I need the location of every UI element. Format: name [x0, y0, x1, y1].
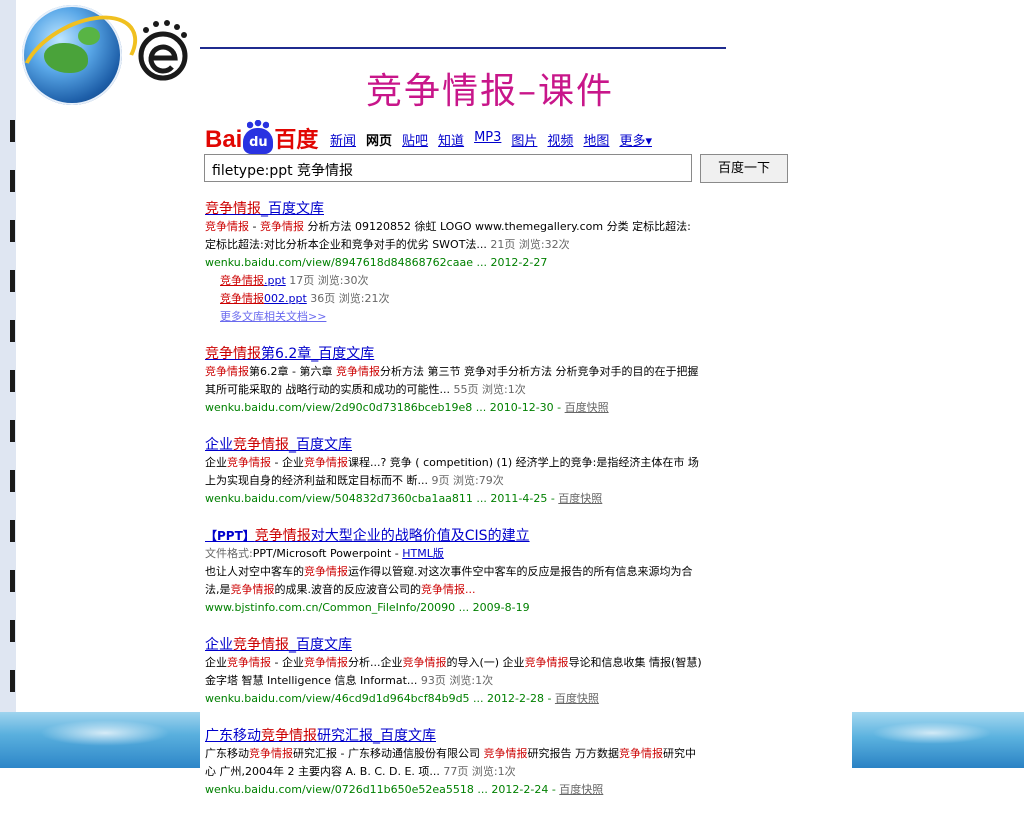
search-button[interactable]: 百度一下	[700, 154, 788, 183]
result-url: wenku.baidu.com/view/8947618d84868762caa…	[205, 256, 548, 269]
result-sub-links: 竞争情报.ppt 17页 浏览:30次 竞争情报002.ppt 36页 浏览:2…	[220, 272, 705, 326]
nav-video[interactable]: 视频	[547, 130, 573, 149]
baidu-nav: 新闻 网页 贴吧 知道 MP3 图片 视频 地图 更多▾	[330, 130, 652, 149]
baidu-logo-cn: 百度	[274, 128, 319, 153]
html-version-link[interactable]: HTML版	[402, 547, 444, 560]
result-url: www.bjstinfo.com.cn/Common_FileInfo/2009…	[205, 601, 530, 614]
search-input[interactable]: filetype:ppt 竞争情报	[204, 154, 692, 182]
nav-news[interactable]: 新闻	[330, 130, 356, 149]
result-url: wenku.baidu.com/view/504832d7360cba1aa81…	[205, 492, 603, 505]
slide-title: 竞争情报–课件	[366, 71, 615, 112]
result-1: 竞争情报_百度文库 竞争情报 - 竞争情报 分析方法 09120852 徐虹 L…	[205, 200, 705, 326]
snapshot-link[interactable]: 百度快照	[559, 783, 603, 796]
nav-web-current: 网页	[366, 134, 393, 149]
result-snippet: 广东移动竞争情报研究汇报 - 广东移动通信股份有限公司 竞争情报研究报告 万方数…	[205, 747, 696, 778]
result-snippet: 竞争情报 - 竞争情报 分析方法 09120852 徐虹 LOGO www.th…	[205, 220, 691, 251]
baidu-logo[interactable]: Bai du 百度	[205, 120, 319, 154]
more-wenku-link[interactable]: 更多文库相关文档>>	[220, 308, 705, 326]
result-title-link[interactable]: 竞争情报_百度文库	[205, 200, 705, 218]
result-snippet: 企业竞争情报 - 企业竞争情报分析...企业竞争情报的导入(一) 企业竞争情报导…	[205, 656, 702, 687]
sub-link-1[interactable]: 竞争情报.ppt 17页 浏览:30次	[220, 272, 705, 290]
result-file-format: 文件格式:PPT/Microsoft Powerpoint - HTML版	[205, 547, 444, 560]
result-3: 企业竞争情报_百度文库 企业竞争情报 - 企业竞争情报课程...? 竞争 ( c…	[205, 436, 705, 508]
e-logo-icon	[138, 20, 188, 81]
nav-images[interactable]: 图片	[511, 130, 537, 149]
nav-more[interactable]: 更多▾	[619, 130, 652, 149]
snapshot-link[interactable]: 百度快照	[555, 692, 599, 705]
search-results: 竞争情报_百度文库 竞争情报 - 竞争情报 分析方法 09120852 徐虹 L…	[205, 200, 705, 818]
nav-mp3[interactable]: MP3	[474, 130, 501, 149]
nav-map[interactable]: 地图	[583, 130, 609, 149]
result-title-link[interactable]: 【PPT】竞争情报对大型企业的战略价值及CIS的建立	[205, 527, 705, 545]
baidu-paw-icon: du	[243, 120, 274, 154]
result-title-link[interactable]: 竞争情报第6.2章_百度文库	[205, 345, 705, 363]
globe-icon	[6, 0, 152, 121]
result-title-link[interactable]: 广东移动竞争情报研究汇报_百度文库	[205, 727, 705, 745]
bottom-left-water-decor	[0, 712, 200, 768]
ppt-tag: 【PPT】	[205, 529, 255, 543]
nav-tieba[interactable]: 贴吧	[402, 130, 428, 149]
bottom-right-water-decor	[852, 712, 1024, 768]
result-2: 竞争情报第6.2章_百度文库 竞争情报第6.2章 - 第六章 竞争情报分析方法 …	[205, 345, 705, 417]
snapshot-link[interactable]: 百度快照	[558, 492, 602, 505]
result-url: wenku.baidu.com/view/2d90c0d73186bceb19e…	[205, 401, 609, 414]
result-snippet: 也让人对空中客车的竞争情报运作得以管窥.对这次事件空中客车的反应是报告的所有信息…	[205, 565, 693, 596]
left-decor-strip	[0, 0, 16, 768]
snapshot-link[interactable]: 百度快照	[565, 401, 609, 414]
result-url: wenku.baidu.com/view/46cd9d1d964bcf84b9d…	[205, 692, 599, 705]
result-4: 【PPT】竞争情报对大型企业的战略价值及CIS的建立 文件格式:PPT/Micr…	[205, 527, 705, 617]
nav-zhidao[interactable]: 知道	[438, 130, 464, 149]
result-url: wenku.baidu.com/view/0726d11b650e52ea551…	[205, 783, 604, 796]
result-6: 广东移动竞争情报研究汇报_百度文库 广东移动竞争情报研究汇报 - 广东移动通信股…	[205, 727, 705, 799]
sub-link-2[interactable]: 竞争情报002.ppt 36页 浏览:21次	[220, 290, 705, 308]
result-5: 企业竞争情报_百度文库 企业竞争情报 - 企业竞争情报分析...企业竞争情报的导…	[205, 636, 705, 708]
result-snippet: 企业竞争情报 - 企业竞争情报课程...? 竞争 ( competition) …	[205, 456, 699, 487]
result-snippet: 竞争情报第6.2章 - 第六章 竞争情报分析方法 第三节 竞争对手分析方法 分析…	[205, 365, 699, 396]
baidu-logo-bai: Bai	[205, 126, 243, 153]
result-title-link[interactable]: 企业竞争情报_百度文库	[205, 436, 705, 454]
title-rule	[200, 47, 726, 49]
result-title-link[interactable]: 企业竞争情报_百度文库	[205, 636, 705, 654]
